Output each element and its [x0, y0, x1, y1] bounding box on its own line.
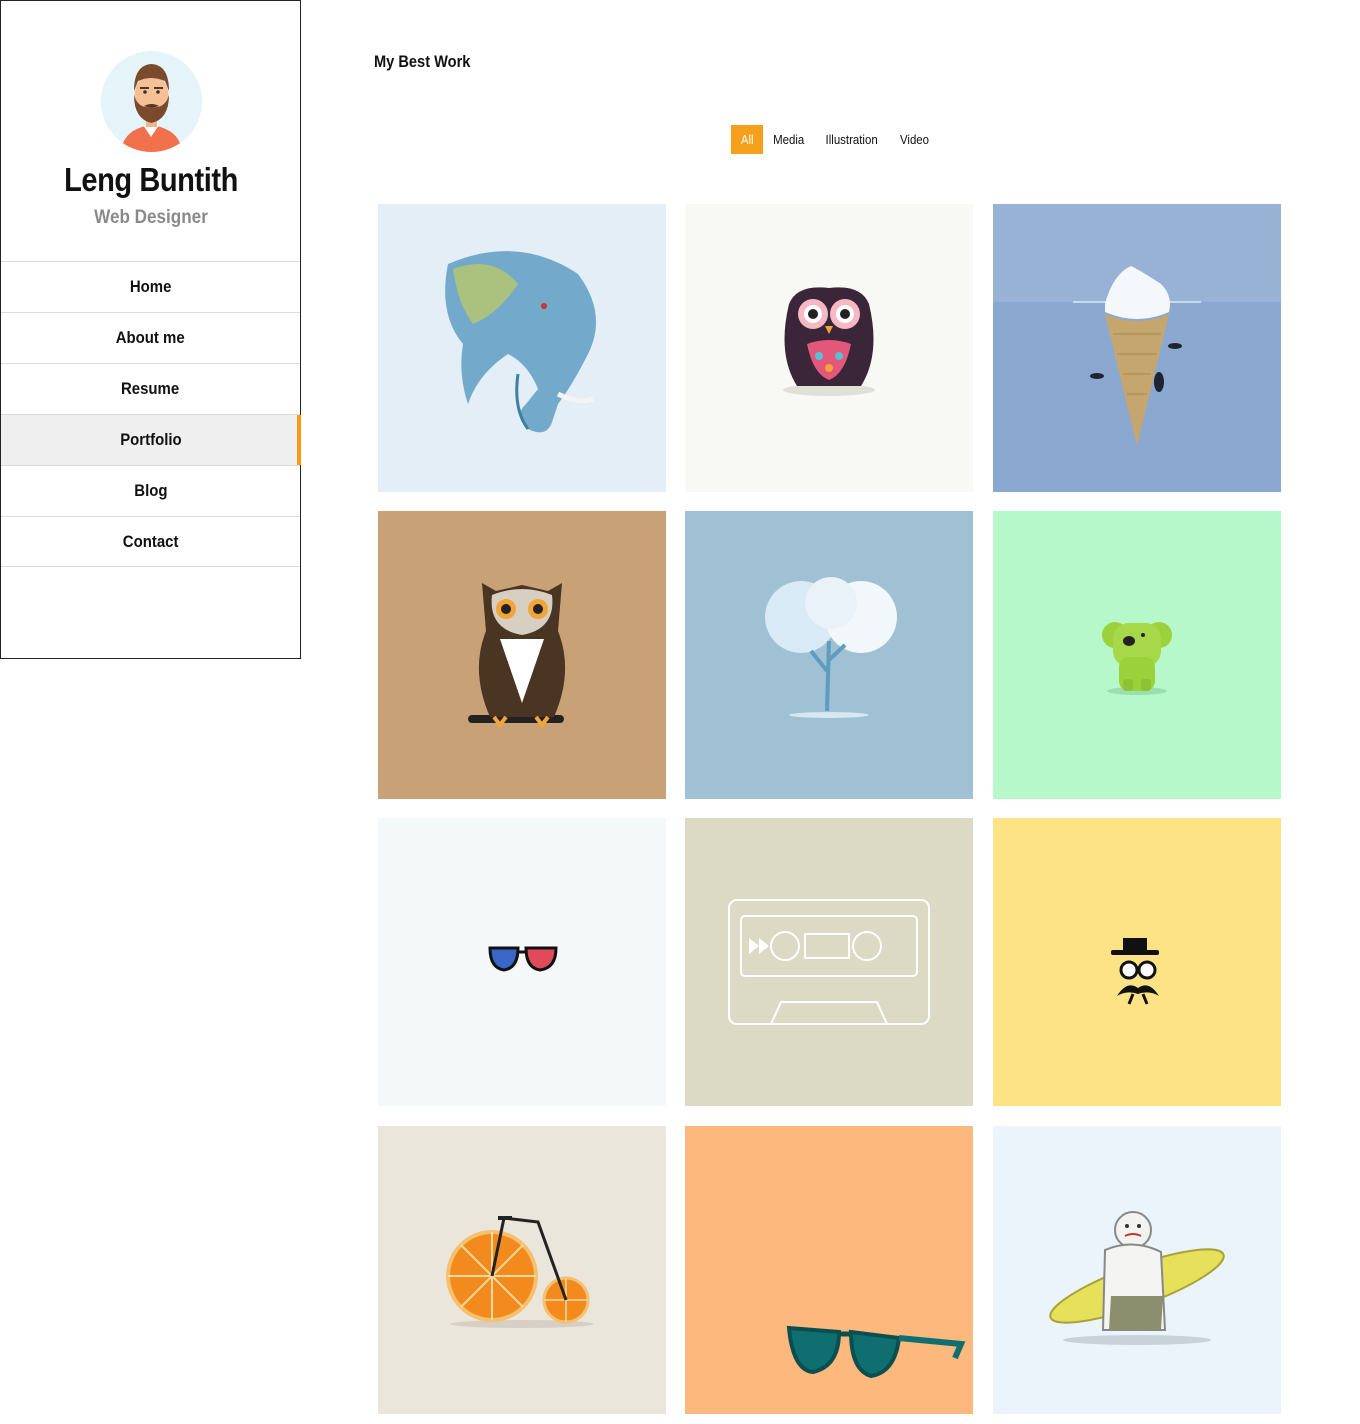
orange-slice-bicycle-icon — [378, 1126, 666, 1414]
filter-label: Media — [773, 132, 805, 147]
mustache-gentleman-icon — [993, 818, 1281, 1106]
nav-item-resume[interactable]: Resume — [1, 363, 300, 414]
portfolio-item-brown-owl[interactable] — [378, 511, 666, 799]
nav-item-home[interactable]: Home — [1, 261, 300, 312]
sidebar: Leng Buntith Web Designer Home About me … — [0, 0, 301, 659]
filter-label: Illustration — [825, 132, 879, 147]
white-tree-icon — [685, 511, 973, 799]
portfolio-item-iceberg-cone[interactable] — [993, 204, 1281, 492]
nav-item-label: Contact — [122, 531, 179, 551]
portfolio-item-orange-bicycle[interactable] — [378, 1126, 666, 1414]
nav-item-portfolio[interactable]: Portfolio — [1, 414, 301, 465]
portfolio-item-green-koala[interactable] — [993, 511, 1281, 799]
green-koala-toy-icon — [993, 511, 1281, 799]
bearded-man-avatar-icon — [101, 51, 202, 152]
portfolio-item-white-tree[interactable] — [685, 511, 973, 799]
filter-illustration[interactable]: Illustration — [814, 125, 889, 154]
portfolio-item-colorful-owl[interactable] — [685, 204, 973, 492]
iceberg-ice-cream-cone-icon — [993, 204, 1281, 492]
nav-item-label: Blog — [133, 481, 168, 500]
section-title: My Best Work — [374, 52, 471, 71]
surfer-character-icon — [993, 1126, 1281, 1414]
cassette-tape-icon — [685, 818, 973, 1106]
profile-name: Leng Buntith — [64, 161, 238, 198]
filter-all[interactable]: All — [731, 125, 763, 154]
brown-owl-on-branch-icon — [378, 511, 666, 799]
avatar — [101, 51, 202, 152]
portfolio-item-mustache[interactable] — [993, 818, 1281, 1106]
teal-sunglasses-icon — [685, 1126, 973, 1414]
nav-item-label: Portfolio — [119, 430, 182, 449]
sidebar-nav: Home About me Resume Portfolio Blog Cont… — [1, 261, 301, 567]
portfolio-item-surfer[interactable] — [993, 1126, 1281, 1414]
portfolio-filters: All Media Illustration Video — [731, 125, 939, 154]
portfolio-item-3d-glasses[interactable] — [378, 818, 666, 1106]
portfolio-item-elephant[interactable] — [378, 204, 666, 492]
nav-item-about-me[interactable]: About me — [1, 312, 300, 363]
nav-item-label: Resume — [121, 379, 180, 398]
filter-media[interactable]: Media — [763, 125, 814, 154]
colorful-owl-icon — [685, 204, 973, 492]
nav-item-label: Home — [129, 277, 172, 296]
nav-item-contact[interactable]: Contact — [1, 516, 300, 567]
elephant-illustration-icon — [378, 204, 666, 492]
filter-label: All — [740, 132, 754, 147]
filter-video[interactable]: Video — [890, 125, 939, 154]
3d-glasses-icon — [378, 818, 666, 1106]
profile-role: Web Designer — [94, 207, 208, 228]
portfolio-item-cassette[interactable] — [685, 818, 973, 1106]
portfolio-item-teal-sunglasses[interactable] — [685, 1126, 973, 1414]
nav-item-label: About me — [116, 328, 185, 347]
nav-item-blog[interactable]: Blog — [1, 465, 300, 516]
filter-label: Video — [899, 132, 929, 147]
